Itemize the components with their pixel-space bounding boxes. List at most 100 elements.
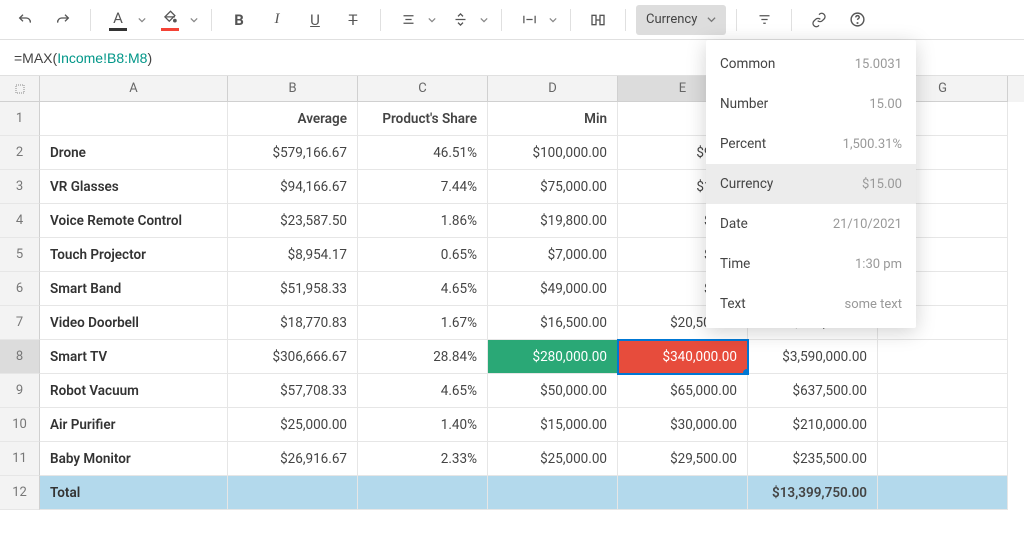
cell[interactable]	[618, 476, 748, 510]
underline-button[interactable]: U	[298, 5, 332, 35]
v-align-dropdown-caret[interactable]	[477, 16, 491, 24]
redo-button[interactable]	[46, 5, 80, 35]
cell[interactable]: $8,954.17	[228, 238, 358, 272]
row-header[interactable]: 9	[0, 374, 40, 408]
cell[interactable]: 28.84%	[358, 340, 488, 374]
number-format-button[interactable]: Currency	[636, 5, 726, 35]
cell[interactable]: $75,000.00	[488, 170, 618, 204]
row-header[interactable]: 7	[0, 306, 40, 340]
cell[interactable]: 2.33%	[358, 442, 488, 476]
cell[interactable]: 4.65%	[358, 272, 488, 306]
cell[interactable]	[40, 102, 228, 136]
cell[interactable]: 0.65%	[358, 238, 488, 272]
col-header-A[interactable]: A	[40, 76, 228, 102]
cell[interactable]: 1.86%	[358, 204, 488, 238]
row-header[interactable]: 2	[0, 136, 40, 170]
cell[interactable]: $51,958.33	[228, 272, 358, 306]
select-all-corner[interactable]	[0, 76, 40, 102]
cell[interactable]	[878, 476, 1008, 510]
cell[interactable]: $25,000.00	[488, 442, 618, 476]
cell[interactable]: $49,000.00	[488, 272, 618, 306]
cell[interactable]: 46.51%	[358, 136, 488, 170]
cell[interactable]: $7,000.00	[488, 238, 618, 272]
cell[interactable]: 1.40%	[358, 408, 488, 442]
cell[interactable]: $30,000.00	[618, 408, 748, 442]
cell[interactable]: Voice Remote Control	[40, 204, 228, 238]
cell[interactable]: 4.65%	[358, 374, 488, 408]
italic-button[interactable]: I	[260, 5, 294, 35]
cell[interactable]: $57,708.33	[228, 374, 358, 408]
cell[interactable]: $100,000.00	[488, 136, 618, 170]
h-align-dropdown-caret[interactable]	[425, 16, 439, 24]
font-color-dropdown-caret[interactable]	[135, 16, 149, 24]
h-align-button[interactable]	[391, 5, 425, 35]
row-header[interactable]: 8	[0, 340, 40, 374]
v-align-button[interactable]	[443, 5, 477, 35]
fill-color-button[interactable]	[153, 5, 187, 35]
row-header[interactable]: 3	[0, 170, 40, 204]
cell[interactable]: $579,166.67	[228, 136, 358, 170]
cell[interactable]: $18,770.83	[228, 306, 358, 340]
col-header-B[interactable]: B	[228, 76, 358, 102]
fill-color-dropdown-caret[interactable]	[187, 16, 201, 24]
cell[interactable]: 1.67%	[358, 306, 488, 340]
cell[interactable]: Min	[488, 102, 618, 136]
cell[interactable]: $637,500.00	[748, 374, 878, 408]
cell[interactable]: $65,000.00	[618, 374, 748, 408]
col-header-C[interactable]: C	[358, 76, 488, 102]
cell[interactable]: Baby Monitor	[40, 442, 228, 476]
cell[interactable]: Air Purifier	[40, 408, 228, 442]
cell[interactable]: $25,000.00	[228, 408, 358, 442]
row-header[interactable]: 4	[0, 204, 40, 238]
cell[interactable]: $3,590,000.00	[748, 340, 878, 374]
strikethrough-button[interactable]: T	[336, 5, 370, 35]
cell[interactable]: $23,587.50	[228, 204, 358, 238]
cell[interactable]: VR Glasses	[40, 170, 228, 204]
help-button[interactable]	[840, 5, 874, 35]
row-header[interactable]: 12	[0, 476, 40, 510]
format-item-currency[interactable]: Currency$15.00	[706, 164, 916, 204]
cell[interactable]: $19,800.00	[488, 204, 618, 238]
cell[interactable]: Drone	[40, 136, 228, 170]
cell[interactable]: $94,166.67	[228, 170, 358, 204]
cell[interactable]	[878, 408, 1008, 442]
cell[interactable]	[228, 476, 358, 510]
cell[interactable]: $306,666.67	[228, 340, 358, 374]
format-item-date[interactable]: Date21/10/2021	[706, 204, 916, 244]
cell[interactable]: $340,000.00	[618, 340, 748, 374]
cell[interactable]: Smart Band	[40, 272, 228, 306]
link-button[interactable]	[802, 5, 836, 35]
merge-cells-button[interactable]	[581, 5, 615, 35]
cell[interactable]: 7.44%	[358, 170, 488, 204]
cell[interactable]	[488, 476, 618, 510]
format-item-number[interactable]: Number15.00	[706, 84, 916, 124]
text-wrap-dropdown-caret[interactable]	[546, 16, 560, 24]
cell[interactable]: $15,000.00	[488, 408, 618, 442]
cell[interactable]: $29,500.00	[618, 442, 748, 476]
cell[interactable]: $26,916.67	[228, 442, 358, 476]
cell[interactable]: Total	[40, 476, 228, 510]
text-wrap-button[interactable]	[512, 5, 546, 35]
cell[interactable]	[878, 374, 1008, 408]
row-header[interactable]: 10	[0, 408, 40, 442]
cell[interactable]	[358, 476, 488, 510]
cell[interactable]: $210,000.00	[748, 408, 878, 442]
row-header[interactable]: 11	[0, 442, 40, 476]
undo-button[interactable]	[8, 5, 42, 35]
row-header[interactable]: 6	[0, 272, 40, 306]
cell[interactable]: Video Doorbell	[40, 306, 228, 340]
cell[interactable]	[878, 442, 1008, 476]
cell[interactable]: $13,399,750.00	[748, 476, 878, 510]
format-item-common[interactable]: Common15.0031	[706, 44, 916, 84]
cell[interactable]: Product's Share	[358, 102, 488, 136]
cell[interactable]: $280,000.00	[488, 340, 618, 374]
cell[interactable]: Average	[228, 102, 358, 136]
cell[interactable]: Smart TV	[40, 340, 228, 374]
font-color-button[interactable]: A	[101, 5, 135, 35]
bold-button[interactable]: B	[222, 5, 256, 35]
cell[interactable]: Touch Projector	[40, 238, 228, 272]
format-item-text[interactable]: Textsome text	[706, 284, 916, 324]
row-header[interactable]: 5	[0, 238, 40, 272]
cell[interactable]: $50,000.00	[488, 374, 618, 408]
cell[interactable]: Robot Vacuum	[40, 374, 228, 408]
